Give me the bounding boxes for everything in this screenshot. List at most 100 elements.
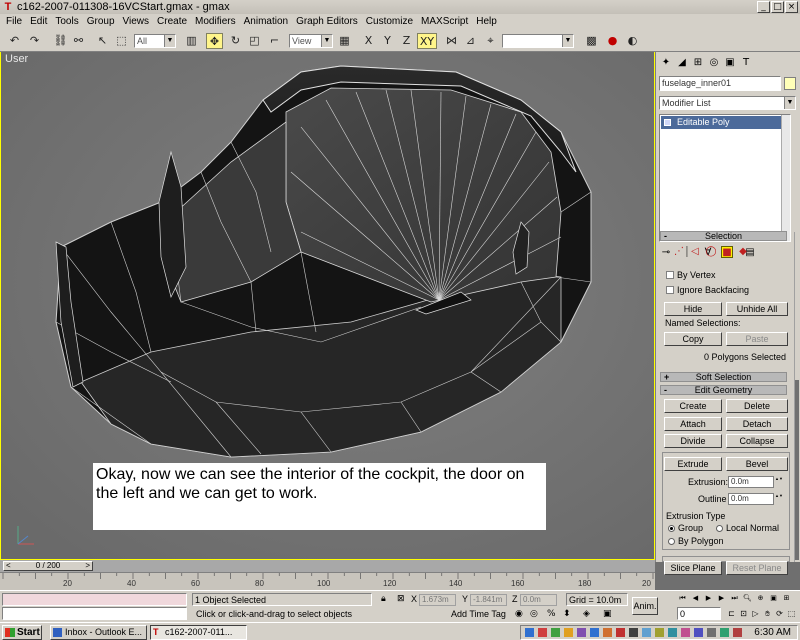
absolute-mode-icon[interactable]: ⊠ — [397, 593, 405, 605]
material-editor-icon[interactable]: ▩ — [583, 33, 600, 49]
mirror-icon[interactable]: ⋈ — [443, 33, 460, 49]
vertex-mode-icon[interactable]: ⋰ — [673, 246, 685, 258]
display-tab-icon[interactable]: ▣ — [723, 56, 737, 70]
by-vertex-checkbox[interactable]: By Vertex — [666, 270, 716, 281]
bevel-button[interactable]: Bevel — [726, 457, 788, 471]
z-coordinate-field[interactable]: 0.0m — [520, 594, 557, 606]
outline-spinner[interactable]: 0.0m — [728, 493, 783, 505]
selection-filter-dropdown[interactable]: All ▼ — [134, 34, 176, 48]
start-button[interactable]: Start — [2, 625, 42, 640]
volume-icon[interactable] — [707, 628, 716, 637]
border-mode-icon[interactable]: ◯ — [705, 246, 717, 258]
by-polygon-radio[interactable]: By Polygon — [668, 536, 724, 547]
viewport-label[interactable]: User — [5, 53, 28, 65]
gmax-app-icon[interactable]: T — [2, 1, 14, 13]
x-coordinate-field[interactable]: 1.673m — [419, 594, 456, 606]
menu-modifiers[interactable]: Modifiers — [191, 15, 240, 29]
menu-graph-editors[interactable]: Graph Editors — [292, 15, 362, 29]
named-selection-dropdown[interactable]: ▼ — [502, 34, 574, 48]
edge-mode-icon[interactable]: ◁ — [689, 246, 701, 258]
motion-tab-icon[interactable]: ◎ — [707, 56, 721, 70]
link-icon[interactable]: ⛓ — [52, 33, 69, 49]
degradation-override-icon[interactable]: ◈ — [583, 608, 590, 620]
menu-create[interactable]: Create — [153, 15, 191, 29]
menu-maxscript[interactable]: MAXScript — [417, 15, 472, 29]
maxscript-input[interactable] — [2, 607, 187, 620]
paste-button[interactable]: Paste — [726, 332, 788, 346]
chat-icon[interactable] — [681, 628, 690, 637]
play-icon[interactable]: ▶ — [703, 593, 714, 604]
stack-item-editable-poly[interactable]: Editable Poly — [661, 116, 781, 129]
delete-button[interactable]: Delete — [726, 399, 788, 413]
pan-icon[interactable]: ✋︎ — [762, 608, 773, 620]
snap-icon[interactable]: ⌖ — [482, 33, 499, 49]
ignore-backfacing-checkbox[interactable]: Ignore Backfacing — [666, 285, 749, 296]
select-region-icon[interactable]: ⬚ — [113, 33, 130, 49]
undo-icon[interactable]: ↶ — [6, 33, 23, 49]
window-crossing-icon[interactable]: ▣ — [603, 608, 612, 620]
taskbar-gmax[interactable]: T c162-2007-011... — [150, 625, 247, 640]
polygon-mode-icon[interactable]: ■ — [721, 246, 733, 258]
shield-icon[interactable] — [720, 628, 729, 637]
arc-rotate-icon[interactable]: ⟳ — [774, 608, 785, 620]
maxscript-listener-mini[interactable] — [2, 593, 187, 606]
go-to-end-icon[interactable]: ⏭ — [729, 593, 740, 604]
y-coordinate-field[interactable]: -1.841m — [470, 594, 507, 606]
menu-views[interactable]: Views — [119, 15, 154, 29]
angle-snap-icon[interactable]: ◎ — [530, 608, 538, 620]
antivirus-icon[interactable] — [538, 628, 547, 637]
select-move-icon[interactable]: ✥ — [206, 33, 223, 49]
close-button[interactable]: × — [785, 1, 798, 13]
element-mode-icon[interactable]: ◆ — [737, 246, 749, 258]
modifier-stack[interactable]: Editable Poly — [659, 114, 791, 242]
current-frame-field[interactable]: 0 — [677, 607, 721, 620]
lock-selection-icon[interactable]: 🔒︎ — [381, 593, 386, 605]
utilities-tab-icon[interactable]: T — [739, 56, 753, 70]
maximize-button[interactable]: □ — [771, 1, 784, 13]
maximize-viewport-icon[interactable]: ⬚ — [786, 608, 797, 620]
quick-render-icon[interactable]: ◐ — [624, 33, 641, 49]
menu-file[interactable]: File — [2, 15, 26, 29]
zoom-extents-all-icon[interactable]: ⊞ — [781, 593, 792, 604]
track-bar[interactable]: 20 40 60 80 100 120 140 160 180 20 — [0, 572, 655, 590]
zoom-extents-icon[interactable]: ▣ — [768, 593, 779, 604]
reset-plane-button[interactable]: Reset Plane — [726, 561, 788, 575]
command-panel-scrollbar[interactable] — [794, 232, 799, 562]
percent-snap-icon[interactable]: % — [547, 608, 556, 620]
usb-icon[interactable] — [694, 628, 703, 637]
constrain-x-icon[interactable]: X — [360, 33, 377, 49]
select-arrow-icon[interactable]: ↖ — [94, 33, 111, 49]
minimize-button[interactable]: _ — [757, 1, 770, 13]
bluetooth-icon[interactable] — [590, 628, 599, 637]
update-icon[interactable] — [551, 628, 560, 637]
printer-icon[interactable] — [603, 628, 612, 637]
extrude-button[interactable]: Extrude — [664, 457, 722, 471]
render-icon[interactable]: ● — [604, 33, 621, 49]
hierarchy-tab-icon[interactable]: ⊞ — [691, 56, 705, 70]
attach-button[interactable]: Attach — [664, 417, 722, 431]
redo-icon[interactable]: ↷ — [26, 33, 43, 49]
next-frame-icon[interactable]: ▶ — [716, 593, 727, 604]
reference-coordinate-dropdown[interactable]: View ▼ — [289, 34, 333, 48]
field-of-view-icon[interactable]: ▷ — [750, 608, 761, 620]
create-tab-icon[interactable]: ✦ — [659, 56, 673, 70]
selection-rollout-header[interactable]: - Selection — [660, 231, 787, 241]
menu-group[interactable]: Group — [83, 15, 119, 29]
collapse-button[interactable]: Collapse — [726, 434, 788, 448]
zoom-all-icon[interactable]: ⊕ — [755, 593, 766, 604]
spinner-snap-icon[interactable]: ⬍ — [563, 608, 571, 620]
modifier-list-dropdown[interactable]: Modifier List ▼ — [659, 96, 796, 110]
battery-icon[interactable] — [655, 628, 664, 637]
monitor-icon[interactable] — [629, 628, 638, 637]
copy-button[interactable]: Copy — [664, 332, 722, 346]
local-normal-radio[interactable]: Local Normal — [716, 523, 779, 534]
divide-button[interactable]: Divide — [664, 434, 722, 448]
scrollbar-thumb[interactable] — [795, 380, 799, 560]
menu-animation[interactable]: Animation — [240, 15, 292, 29]
edit-geometry-rollout-header[interactable]: - Edit Geometry — [660, 385, 787, 395]
zoom-icon[interactable]: 🔍︎ — [742, 593, 753, 604]
network-icon[interactable] — [525, 628, 534, 637]
menu-customize[interactable]: Customize — [362, 15, 417, 29]
menu-help[interactable]: Help — [472, 15, 501, 29]
time-config-icon[interactable]: ⊡ — [738, 608, 749, 620]
